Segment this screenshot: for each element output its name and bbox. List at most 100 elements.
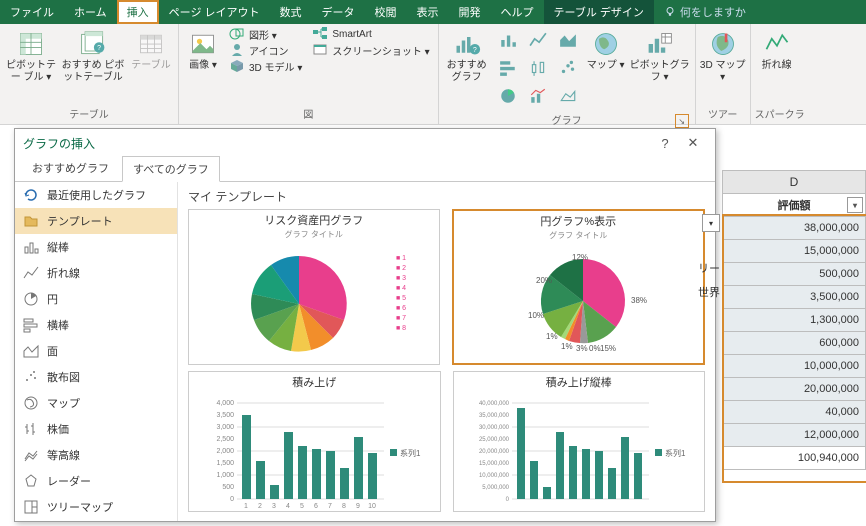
cell[interactable]: 10,000,000 (722, 355, 866, 378)
recommended-pivot-label: おすすめ ピボットテーブル (60, 60, 126, 83)
recommended-pivot-button[interactable]: ? おすすめ ピボットテーブル (60, 26, 126, 83)
charts-dialog-launcher[interactable]: ↘ (675, 114, 689, 128)
partial-cell-text: 世界 (698, 284, 720, 300)
dialog-help-button[interactable]: ? (651, 136, 679, 151)
template-stacked[interactable]: 積み上げ 4,0003,5003,000 2,5002,0001,500 1,0… (188, 371, 441, 512)
cell[interactable]: 500,000 (722, 263, 866, 286)
chart-stats-icon (529, 59, 547, 77)
shapes-button[interactable]: 図形 ▾ (225, 26, 306, 42)
3dmodel-label: 3D モデル ▾ (249, 59, 302, 74)
3dmodel-button[interactable]: 3D モデル ▾ (225, 58, 306, 74)
chart-combo-button[interactable] (523, 82, 553, 110)
svg-text:1,000: 1,000 (217, 472, 235, 479)
chart-column-button[interactable] (493, 26, 523, 54)
tab-dev[interactable]: 開発 (449, 0, 491, 24)
tab-home[interactable]: ホーム (64, 0, 117, 24)
cat-area[interactable]: 面 (15, 338, 177, 364)
smartart-button[interactable]: SmartArt (308, 26, 433, 42)
header-cell[interactable]: 評価額 ▾ (722, 194, 866, 217)
tell-me[interactable]: 何をしますか (654, 0, 756, 24)
chart-bar-button[interactable] (493, 54, 523, 82)
cat-treemap[interactable]: ツリーマップ (15, 494, 177, 520)
cat-bar[interactable]: 横棒 (15, 312, 177, 338)
tab-view[interactable]: 表示 (407, 0, 449, 24)
tab-file[interactable]: ファイル (0, 0, 64, 24)
tab-formulas[interactable]: 数式 (270, 0, 312, 24)
recommended-pivot-icon: ? (79, 30, 107, 58)
group-illustrations-label: 図 (183, 104, 434, 124)
stacked-column-chart: 40,000,00035,000,00030,000,000 25,000,00… (469, 391, 689, 509)
chart-stats-button[interactable] (523, 54, 553, 82)
tab-tabledesign[interactable]: テーブル デザイン (544, 0, 654, 24)
maps-button[interactable]: マップ ▾ (585, 26, 627, 72)
screenshot-button[interactable]: スクリーンショット ▾ (308, 42, 433, 58)
cat-line[interactable]: 折れ線 (15, 260, 177, 286)
tab-help[interactable]: ヘルプ (491, 0, 544, 24)
template-risk-pie[interactable]: リスク資産円グラフ グラフ タイトル (188, 209, 440, 365)
filter-button[interactable]: ▾ (847, 197, 863, 213)
template-pie-percent[interactable]: 円グラフ%表示 グラフ タイトル (452, 209, 706, 365)
template-stacked-column[interactable]: 積み上げ縦棒 40,000,00035,000,00030,000,000 25… (453, 371, 706, 512)
svg-text:3,500: 3,500 (217, 412, 235, 419)
template-name: 円グラフ%表示 (540, 213, 616, 229)
cell[interactable]: 100,940,000 (722, 447, 866, 470)
cat-templates[interactable]: テンプレート (15, 208, 177, 234)
3dmap-icon (709, 30, 737, 58)
cat-stock[interactable]: 株価 (15, 416, 177, 442)
cell[interactable]: 15,000,000 (722, 240, 866, 263)
chart-area-icon (559, 31, 577, 49)
cell[interactable]: 38,000,000 (722, 217, 866, 240)
chart-line-button[interactable] (523, 26, 553, 54)
dialog-tab-all[interactable]: すべてのグラフ (122, 156, 220, 182)
section-title: マイ テンプレート (188, 188, 705, 205)
template-preview-pane: マイ テンプレート リスク資産円グラフ グラフ タイトル (178, 182, 715, 521)
cell[interactable]: 3,500,000 (722, 286, 866, 309)
menu-tabs: ファイル ホーム 挿入 ページ レイアウト 数式 データ 校閲 表示 開発 ヘル… (0, 0, 866, 24)
group-tables: ピボットテー ブル ▾ ? おすすめ ピボットテーブル テーブル テーブル (0, 24, 179, 124)
group-charts: ? おすすめ グラフ マップ ▾ ピボットグラフ ▾ (439, 24, 696, 124)
group-sparklines-label: スパークラ (755, 104, 805, 124)
dialog-close-button[interactable]: ✕ (679, 135, 707, 151)
bar-icon (23, 317, 39, 333)
cat-scatter[interactable]: 散布図 (15, 364, 177, 390)
cat-recent[interactable]: 最近使用したグラフ (15, 182, 177, 208)
chart-pie-icon (499, 87, 517, 105)
cell[interactable]: 40,000 (722, 401, 866, 424)
maps-label: マップ ▾ (587, 60, 625, 72)
tab-insert[interactable]: 挿入 (117, 0, 159, 24)
chart-area-button[interactable] (553, 26, 583, 54)
svg-text:■ 5: ■ 5 (396, 295, 406, 302)
stacked-bar-chart: 4,0003,5003,000 2,5002,0001,500 1,000500… (204, 391, 424, 509)
tab-data[interactable]: データ (312, 0, 365, 24)
chart-scatter-button[interactable] (553, 54, 583, 82)
pivot-table-icon (17, 30, 45, 58)
chart-surface-button[interactable] (553, 82, 583, 110)
svg-text:■ 4: ■ 4 (396, 285, 406, 292)
cell[interactable]: 12,000,000 (722, 424, 866, 447)
svg-text:9: 9 (356, 503, 360, 509)
svg-text:系列1: 系列1 (400, 448, 421, 458)
cat-pie[interactable]: 円 (15, 286, 177, 312)
pivot-table-button[interactable]: ピボットテー ブル ▾ (4, 26, 58, 83)
filter-button-left[interactable]: ▾ (702, 214, 720, 232)
chart-pie-button[interactable] (493, 82, 523, 110)
icons-button[interactable]: アイコン (225, 42, 306, 58)
tab-pagelayout[interactable]: ページ レイアウト (159, 0, 270, 24)
pivotchart-button[interactable]: ピボットグラフ ▾ (629, 26, 691, 83)
dialog-tab-recommended[interactable]: おすすめグラフ (21, 155, 120, 181)
cell[interactable]: 20,000,000 (722, 378, 866, 401)
tab-review[interactable]: 校閲 (365, 0, 407, 24)
3dmap-button[interactable]: 3D マップ ▾ (700, 26, 746, 83)
pictures-button[interactable]: 画像 ▾ (183, 26, 223, 72)
cat-map[interactable]: マップ (15, 390, 177, 416)
sparkline-line-button[interactable]: 折れ線 (755, 26, 799, 72)
chart-category-list: 最近使用したグラフ テンプレート 縦棒 折れ線 円 横棒 面 散布図 マップ 株… (15, 182, 178, 521)
column-header[interactable]: D (722, 170, 866, 194)
recommended-charts-button[interactable]: ? おすすめ グラフ (443, 26, 491, 83)
cell[interactable]: 600,000 (722, 332, 866, 355)
cat-surface[interactable]: 等高線 (15, 442, 177, 468)
table-button[interactable]: テーブル (128, 26, 174, 72)
cat-column[interactable]: 縦棒 (15, 234, 177, 260)
cell[interactable]: 1,300,000 (722, 309, 866, 332)
cat-radar[interactable]: レーダー (15, 468, 177, 494)
